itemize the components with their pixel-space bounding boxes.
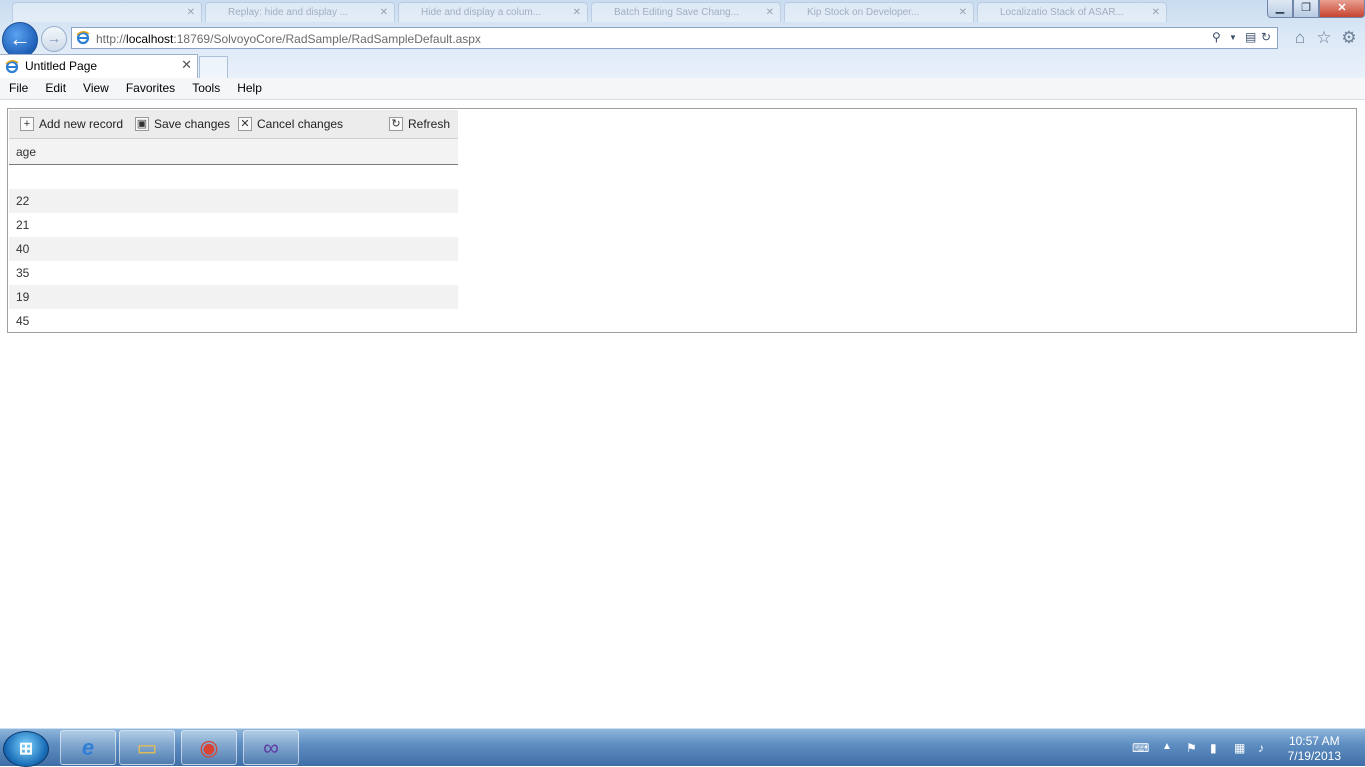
home-icon[interactable]: ⌂: [1290, 28, 1310, 48]
favorites-star-icon[interactable]: ☆: [1314, 28, 1334, 48]
refresh-icon: ↻: [389, 117, 403, 131]
arrow-right-icon: →: [47, 30, 61, 46]
table-row[interactable]: 40: [9, 237, 458, 261]
close-icon[interactable]: ✕: [380, 3, 388, 22]
window-controls: ▁ ❐ ✕: [1267, 0, 1365, 18]
network-icon[interactable]: ▦: [1234, 741, 1245, 755]
close-icon[interactable]: ✕: [959, 3, 967, 22]
taskbar-internet-explorer[interactable]: e: [60, 730, 116, 765]
table-row[interactable]: 45: [9, 309, 458, 333]
table-row[interactable]: 35: [9, 261, 458, 285]
visual-studio-icon: ∞: [263, 735, 279, 760]
device-icon[interactable]: ▮: [1210, 741, 1217, 755]
save-icon: ▣: [135, 117, 149, 131]
menu-favorites[interactable]: Favorites: [117, 78, 183, 99]
column-header-age[interactable]: age: [9, 139, 458, 165]
minimize-button[interactable]: ▁: [1267, 0, 1293, 18]
table-row[interactable]: [9, 165, 458, 189]
background-tab[interactable]: Batch Editing Save Chang... ✕: [591, 2, 781, 22]
background-tab[interactable]: Kip Stock on Developer... ✕: [784, 2, 974, 22]
background-tab[interactable]: Localizatio Stack of ASAR... ✕: [977, 2, 1167, 22]
taskbar-visual-studio[interactable]: ∞: [243, 730, 299, 765]
internet-explorer-page-icon: [5, 60, 19, 74]
taskbar-file-explorer[interactable]: ▭: [119, 730, 175, 765]
internet-explorer-icon: e: [81, 735, 95, 760]
back-button[interactable]: ←: [2, 22, 38, 58]
page-content: + Add new record ▣ Save changes ✕ Cancel…: [7, 108, 1357, 333]
forward-button[interactable]: →: [41, 26, 67, 52]
taskbar: ⊞ e ▭ ◉ ∞ ⌨ ▲ ⚑ ▮ ▦ ♪ 10:57 AM 7/19/2013: [0, 728, 1365, 767]
windows-logo-icon: ⊞: [18, 739, 34, 758]
clock-time: 10:57 AM: [1288, 734, 1340, 748]
menu-bar: File Edit View Favorites Tools Help: [0, 78, 1365, 100]
address-url[interactable]: http://localhost:18769/SolvoyoCore/RadSa…: [96, 32, 481, 46]
background-tabs: ✕ Replay: hide and display ... ✕ Hide and…: [0, 0, 1200, 22]
action-center-flag-icon[interactable]: ⚑: [1186, 741, 1197, 755]
table-row[interactable]: 21: [9, 213, 458, 237]
close-window-button[interactable]: ✕: [1319, 0, 1365, 18]
background-tab[interactable]: ✕: [12, 2, 202, 22]
data-grid: + Add new record ▣ Save changes ✕ Cancel…: [9, 110, 458, 333]
new-tab-button[interactable]: [199, 56, 228, 78]
keyboard-icon[interactable]: ⌨: [1132, 741, 1149, 755]
tab-untitled-page[interactable]: Untitled Page ✕: [0, 54, 198, 78]
file-explorer-icon: ▭: [136, 735, 158, 760]
taskbar-clock[interactable]: 10:57 AM 7/19/2013: [1288, 734, 1341, 764]
menu-file[interactable]: File: [0, 78, 36, 99]
background-tab[interactable]: Hide and display a colum... ✕: [398, 2, 588, 22]
plus-icon: +: [20, 117, 34, 131]
table-row[interactable]: 22: [9, 189, 458, 213]
tab-title: Untitled Page: [25, 59, 98, 73]
close-icon[interactable]: ✕: [573, 3, 581, 22]
save-changes-button[interactable]: ▣ Save changes: [135, 115, 230, 133]
menu-help[interactable]: Help: [228, 78, 270, 99]
arrow-left-icon: ←: [9, 26, 31, 51]
start-button[interactable]: ⊞: [3, 731, 49, 767]
address-bar[interactable]: http://localhost:18769/SolvoyoCore/RadSa…: [71, 27, 1278, 49]
restore-button[interactable]: ❐: [1293, 0, 1319, 18]
menu-edit[interactable]: Edit: [36, 78, 74, 99]
add-new-record-button[interactable]: + Add new record: [20, 115, 123, 133]
refresh-page-icon[interactable]: ↻: [1261, 30, 1271, 46]
menu-view[interactable]: View: [74, 78, 117, 99]
menu-tools[interactable]: Tools: [183, 78, 228, 99]
close-icon[interactable]: ✕: [1152, 3, 1160, 22]
grid-command-bar: + Add new record ▣ Save changes ✕ Cancel…: [9, 110, 458, 139]
cancel-changes-button[interactable]: ✕ Cancel changes: [238, 115, 343, 133]
table-row[interactable]: 19: [9, 285, 458, 309]
clock-date: 7/19/2013: [1287, 749, 1341, 763]
show-hidden-icons-icon[interactable]: ▲: [1162, 741, 1172, 752]
close-icon[interactable]: ✕: [766, 3, 774, 22]
background-tab[interactable]: Replay: hide and display ... ✕: [205, 2, 395, 22]
chrome-icon: ◉: [199, 735, 219, 760]
gear-icon[interactable]: ⚙: [1339, 28, 1359, 48]
close-tab-icon[interactable]: ✕: [181, 57, 192, 73]
browser-chrome: ✕ Replay: hide and display ... ✕ Hide and…: [0, 0, 1365, 78]
cancel-icon: ✕: [238, 117, 252, 131]
volume-icon[interactable]: ♪: [1258, 741, 1264, 755]
refresh-button[interactable]: ↻ Refresh: [389, 115, 450, 133]
internet-explorer-page-icon: [76, 31, 90, 45]
taskbar-chrome[interactable]: ◉: [181, 730, 237, 765]
close-icon[interactable]: ✕: [187, 3, 195, 22]
search-icon[interactable]: ⚲: [1212, 30, 1221, 46]
compatibility-view-icon[interactable]: ▤: [1245, 30, 1256, 46]
dropdown-arrow-icon[interactable]: ▼: [1229, 33, 1237, 49]
